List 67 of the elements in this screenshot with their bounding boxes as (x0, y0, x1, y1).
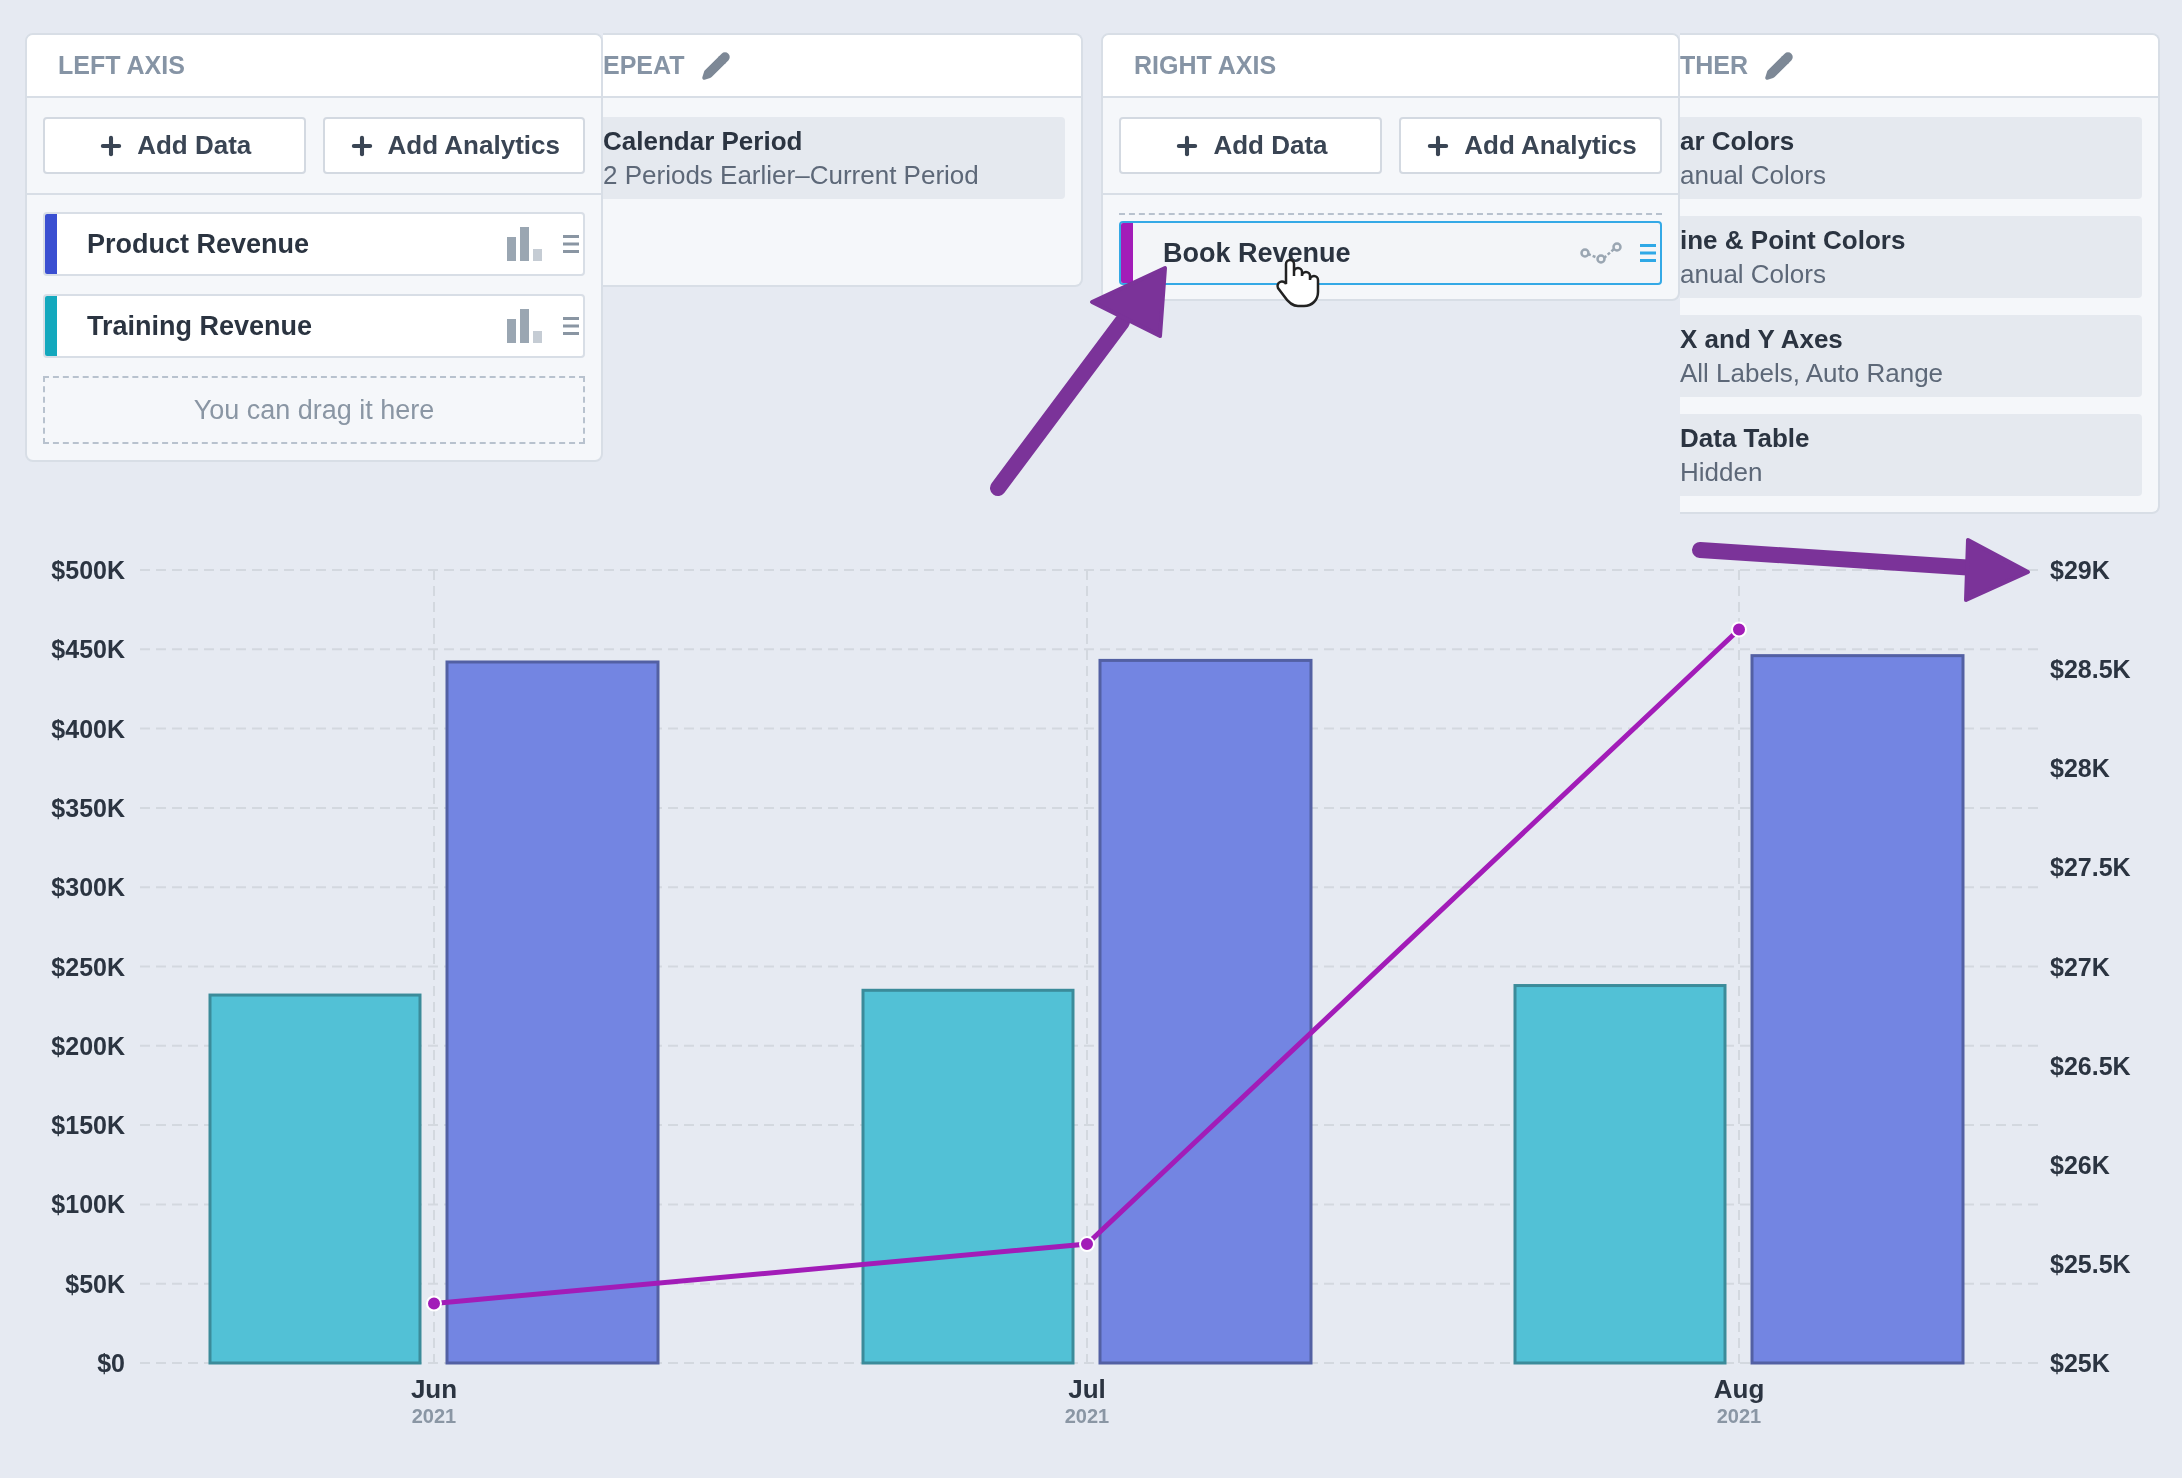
add-button[interactable]: Add Data (43, 117, 306, 174)
edit-icon[interactable] (700, 50, 731, 81)
x-axis-label: Jul (1068, 1374, 1106, 1404)
add-button[interactable]: Add Data (1119, 117, 1382, 174)
drop-hint: You can drag it here (193, 393, 435, 427)
y-axis-label: $28K (2050, 754, 2110, 783)
y-axis-label: $250K (51, 952, 125, 981)
y-axis-label: $0 (97, 1349, 125, 1377)
x-axis-year: 2021 (411, 1405, 457, 1427)
add-button[interactable]: Add Analytics (1399, 117, 1662, 174)
y-axis-label: $450K (51, 635, 125, 664)
setting-card[interactable]: ar Colors anual Colors (1680, 117, 2142, 199)
y-axis-label: $26.5K (2050, 1051, 2131, 1080)
y-axis-label: $26K (2050, 1150, 2110, 1179)
panel-title: RIGHT AXIS (1134, 49, 1277, 81)
setting-label: Data Table (1680, 422, 1811, 454)
y-axis-label: $300K (51, 873, 125, 902)
setting-card[interactable]: X and Y Axes All Labels, Auto Range (1680, 315, 2142, 397)
setting-label: ar Colors (1680, 125, 1796, 157)
y-axis-label: $100K (51, 1190, 125, 1219)
panel-title: EPEAT (603, 49, 685, 81)
edit-icon[interactable] (1764, 50, 1795, 81)
series-item[interactable]: Training Revenue (43, 294, 585, 358)
panel-title: THER (1680, 49, 1749, 81)
x-axis-label: Aug (1713, 1374, 1765, 1404)
y-axis-label: $27.5K (2050, 853, 2131, 882)
x-axis-year: 2021 (1064, 1405, 1110, 1427)
data-point (1079, 1236, 1095, 1253)
y-axis-label: $400K (51, 714, 125, 743)
setting-value: 2 Periods Earlier–Current Period (603, 159, 980, 191)
add-button[interactable]: Add Analytics (322, 117, 585, 174)
setting-value: Hidden (1680, 456, 1764, 488)
y-axis-label: $500K (51, 556, 125, 584)
setting-value: anual Colors (1680, 159, 1827, 191)
y-axis-label: $29K (2050, 556, 2110, 584)
setting-label: Calendar Period (603, 125, 804, 157)
drag-handle-icon[interactable] (563, 315, 579, 337)
bar-chart-icon (507, 227, 545, 261)
setting-label: ine & Point Colors (1680, 224, 1907, 256)
drag-handle-icon[interactable] (563, 233, 579, 255)
series-item[interactable]: Book Revenue (1119, 221, 1662, 285)
x-axis-year: 2021 (1716, 1405, 1762, 1427)
series-label: Product Revenue (87, 227, 311, 261)
x-axis-label: Jun (410, 1374, 458, 1404)
y-axis-label: $27K (2050, 952, 2110, 981)
y-axis-label: $25.5K (2050, 1249, 2131, 1278)
y-axis-label: $150K (51, 1111, 125, 1140)
panel-title: LEFT AXIS (58, 49, 185, 81)
series-label: Training Revenue (87, 309, 314, 343)
y-axis-label: $25K (2050, 1349, 2110, 1377)
setting-value: anual Colors (1680, 258, 1827, 290)
setting-card[interactable]: Data Table Hidden (1680, 414, 2142, 496)
setting-label: X and Y Axes (1680, 323, 1844, 355)
data-point (1731, 621, 1747, 638)
line-chart-icon (1580, 241, 1622, 265)
y-axis-label: $50K (65, 1269, 125, 1298)
drag-handle-icon[interactable] (1640, 242, 1656, 264)
bar-chart-icon (507, 309, 545, 343)
setting-value: All Labels, Auto Range (1680, 357, 1945, 389)
y-axis-label: $200K (51, 1031, 125, 1060)
setting-card[interactable]: Calendar Period 2 Periods Earlier–Current Period (603, 117, 1065, 199)
data-point (426, 1295, 442, 1312)
series-item[interactable]: Product Revenue (43, 212, 585, 276)
setting-card[interactable]: ine & Point Colors anual Colors (1680, 216, 2142, 298)
y-axis-label: $28.5K (2050, 655, 2131, 684)
series-label: Book Revenue (1163, 236, 1352, 270)
y-axis-label: $350K (51, 793, 125, 822)
